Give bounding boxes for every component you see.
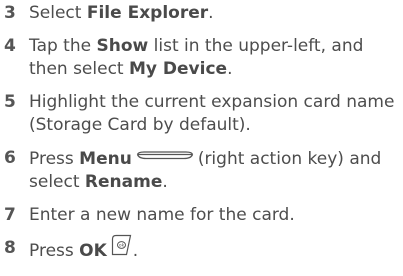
step-number: 5 <box>4 92 16 112</box>
step-number: 7 <box>4 204 16 225</box>
step-number: 6 <box>4 148 16 168</box>
step-7: 7 Enter a new name for the card. <box>2 204 402 227</box>
bold-term: Menu <box>79 148 132 169</box>
step-text: Press OK ok. <box>29 234 138 261</box>
step-4: 4 Tap the Show list in the upper-left, a… <box>2 35 402 81</box>
step-5: 5 Highlight the current expansion card n… <box>2 91 402 137</box>
bold-term: My Device <box>129 59 228 79</box>
svg-text:ok: ok <box>119 242 125 248</box>
step-number: 4 <box>4 36 16 56</box>
bold-term: Rename <box>84 171 163 192</box>
step-3: 3 Select File Explorer. <box>2 2 402 25</box>
bold-term: File Explorer <box>86 3 209 23</box>
step-text: Highlight the current expansion card nam… <box>29 92 395 135</box>
bold-term: Show <box>96 36 149 56</box>
step-8: 8 Press OK ok. <box>2 234 402 266</box>
step-6: 6 Press Menu (right action key) and selec… <box>2 147 402 194</box>
step-number: 3 <box>4 3 16 23</box>
step-text: Press Menu (right action key) and select … <box>29 149 381 192</box>
instruction-steps: 3 Select File Explorer. 4 Tap the Show l… <box>2 2 402 276</box>
bold-term: OK <box>79 241 107 261</box>
step-text: Tap the Show list in the upper-left, and… <box>29 36 364 79</box>
step-text: Select File Explorer. <box>29 3 214 23</box>
step-text: Enter a new name for the card. <box>29 204 295 225</box>
right-action-key-icon <box>136 145 194 168</box>
step-number: 8 <box>4 237 16 258</box>
ok-button-icon: ok <box>111 234 133 263</box>
